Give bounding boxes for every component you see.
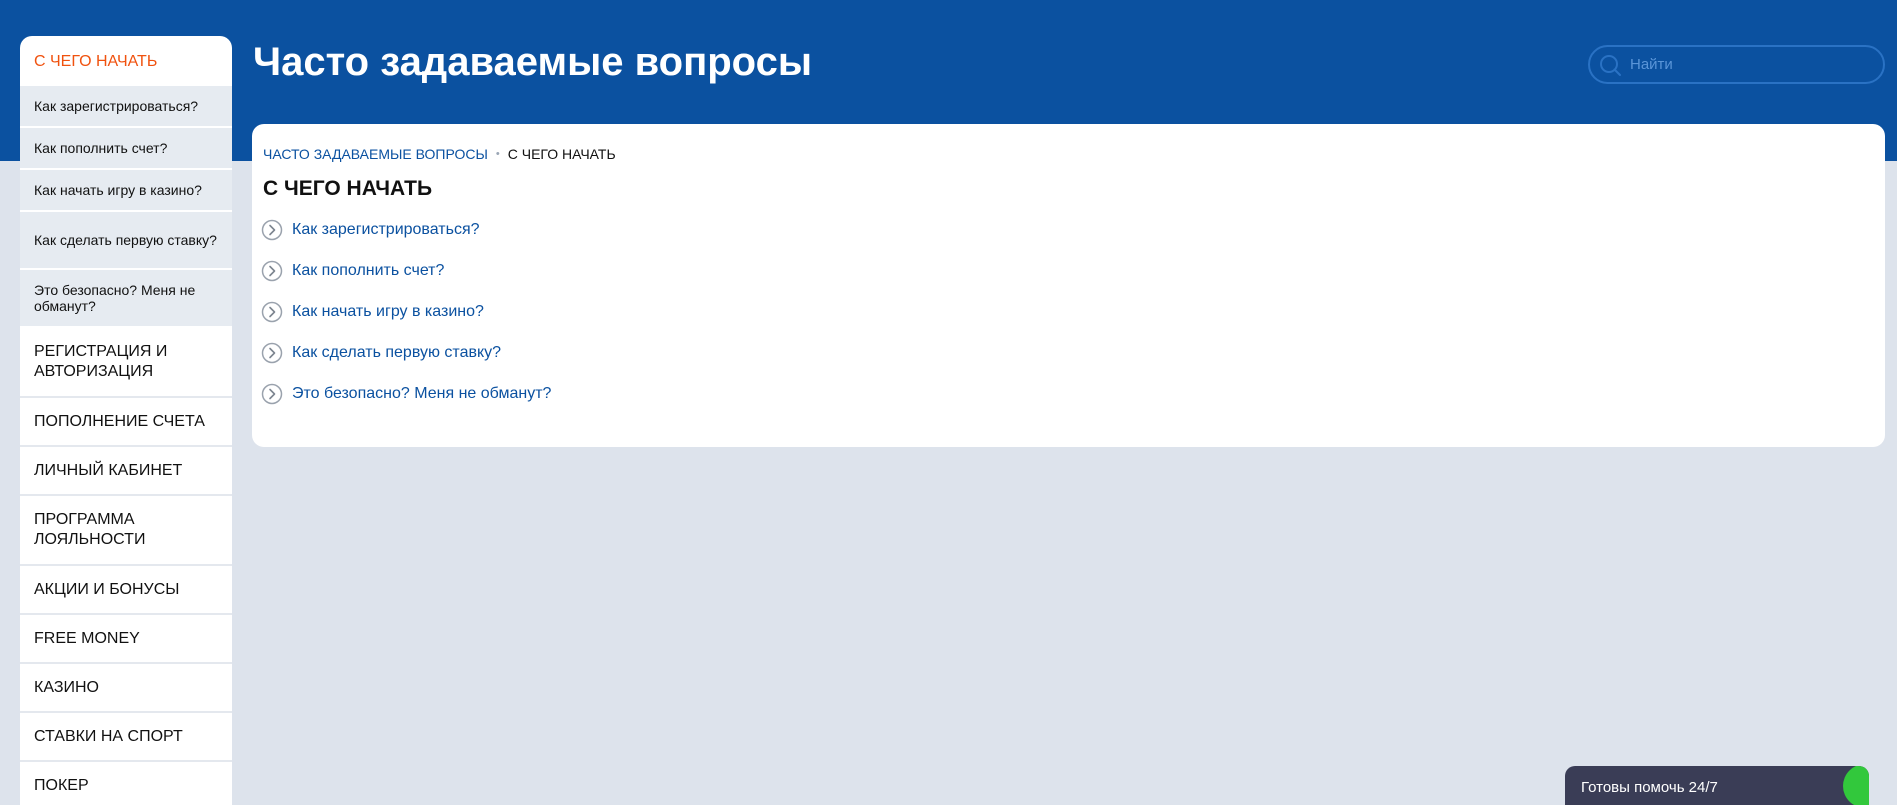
question-text[interactable]: Как сделать первую ставку? <box>292 344 501 362</box>
section-title: С ЧЕГО НАЧАТЬ <box>263 177 433 200</box>
chevron-right-circle-icon <box>261 342 283 363</box>
sidebar-section[interactable]: ЛИЧНЫЙ КАБИНЕТ <box>20 447 232 496</box>
question-list: Как зарегистрироваться? Как пополнить сч… <box>261 209 551 414</box>
question-text[interactable]: Как начать игру в казино? <box>292 303 484 321</box>
support-chat-widget[interactable]: Готовы помочь 24/7 <box>1565 766 1869 805</box>
question-link[interactable]: Как зарегистрироваться? <box>261 209 551 250</box>
sidebar-section[interactable]: РЕГИСТРАЦИЯ И АВТОРИЗАЦИЯ <box>20 328 232 398</box>
sidebar-subitem[interactable]: Как начать игру в казино? <box>20 170 232 212</box>
sidebar-section[interactable]: ПРОГРАММА ЛОЯЛЬНОСТИ <box>20 496 232 566</box>
question-link[interactable]: Как сделать первую ставку? <box>261 332 551 373</box>
sidebar-section[interactable]: ПОКЕР <box>20 762 232 805</box>
sidebar-subitem[interactable]: Это безопасно? Меня не обманут? <box>20 270 232 328</box>
question-link[interactable]: Это безопасно? Меня не обманут? <box>261 373 551 414</box>
page-title: Часто задаваемые вопросы <box>253 40 812 84</box>
breadcrumb-separator: • <box>495 148 500 160</box>
support-chat-label: Готовы помочь 24/7 <box>1581 779 1718 796</box>
sidebar-section[interactable]: АКЦИИ И БОНУСЫ <box>20 566 232 615</box>
sidebar-active-section[interactable]: С ЧЕГО НАЧАТЬ <box>20 36 232 86</box>
breadcrumb-current: С ЧЕГО НАЧАТЬ <box>507 146 616 162</box>
sidebar-section[interactable]: СТАВКИ НА СПОРТ <box>20 713 232 762</box>
breadcrumb-root-link[interactable]: ЧАСТО ЗАДАВАЕМЫЕ ВОПРОСЫ <box>263 146 488 162</box>
search-icon <box>1600 54 1621 76</box>
question-text[interactable]: Как пополнить счет? <box>292 262 444 280</box>
sidebar-section[interactable]: КАЗИНО <box>20 664 232 713</box>
question-text[interactable]: Как зарегистрироваться? <box>292 221 480 239</box>
question-text[interactable]: Это безопасно? Меня не обманут? <box>292 385 551 403</box>
chevron-right-circle-icon <box>261 301 283 322</box>
chevron-right-circle-icon <box>261 383 283 404</box>
question-link[interactable]: Как пополнить счет? <box>261 250 551 291</box>
sidebar-subitem[interactable]: Как сделать первую ставку? <box>20 212 232 270</box>
content-card: ЧАСТО ЗАДАВАЕМЫЕ ВОПРОСЫ • С ЧЕГО НАЧАТЬ… <box>252 124 1885 447</box>
breadcrumb: ЧАСТО ЗАДАВАЕМЫЕ ВОПРОСЫ • С ЧЕГО НАЧАТЬ <box>263 146 616 162</box>
sidebar-section[interactable]: FREE MONEY <box>20 615 232 664</box>
question-link[interactable]: Как начать игру в казино? <box>261 291 551 332</box>
sidebar-subitem[interactable]: Как зарегистрироваться? <box>20 86 232 128</box>
sidebar-subitem[interactable]: Как пополнить счет? <box>20 128 232 170</box>
sidebar: С ЧЕГО НАЧАТЬ Как зарегистрироваться? Ка… <box>20 36 232 805</box>
sidebar-section[interactable]: ПОПОЛНЕНИЕ СЧЕТА <box>20 398 232 447</box>
chevron-right-circle-icon <box>261 219 283 240</box>
search-input[interactable] <box>1630 56 1870 73</box>
online-status-icon <box>1843 766 1869 805</box>
search-box[interactable] <box>1588 45 1885 84</box>
chevron-right-circle-icon <box>261 260 283 281</box>
